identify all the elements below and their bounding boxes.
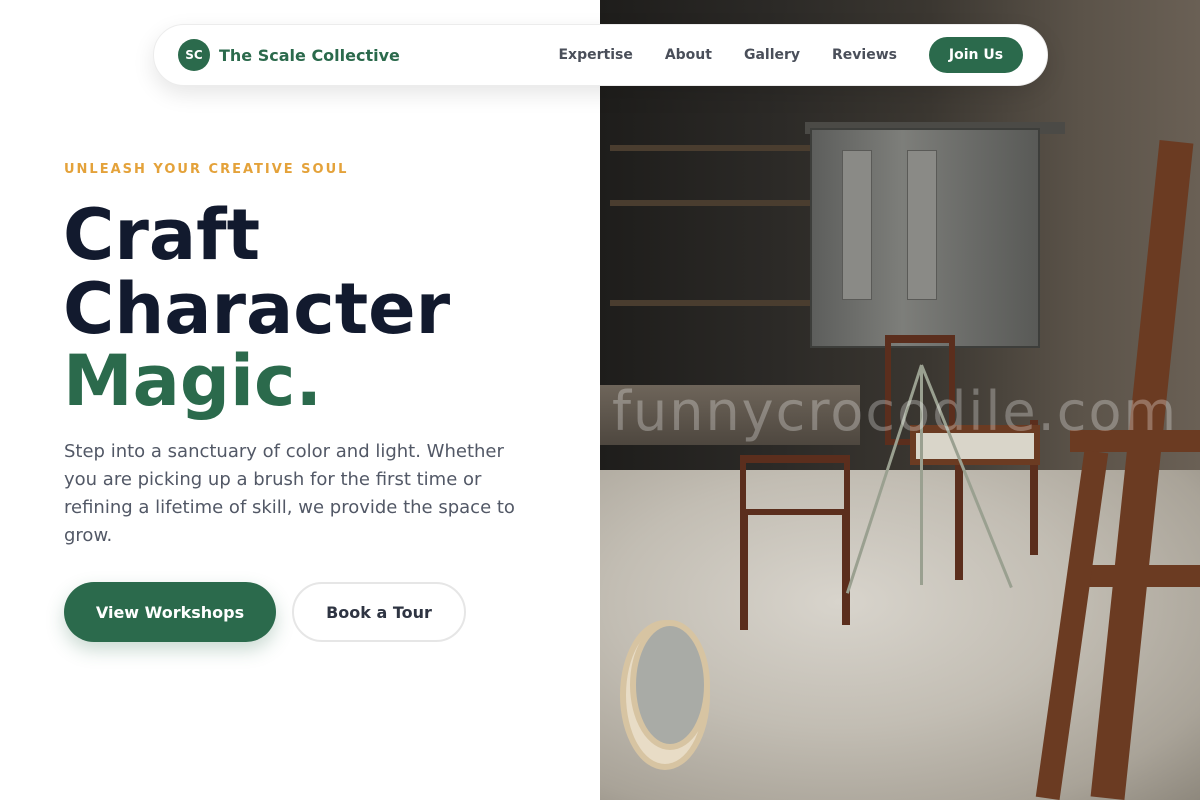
nav-link-gallery[interactable]: Gallery (744, 47, 800, 63)
brand-name: The Scale Collective (219, 45, 400, 65)
photo-kiln-door (907, 150, 937, 300)
hero-eyebrow: UNLEASH YOUR CREATIVE SOUL (64, 162, 349, 177)
nav-link-reviews[interactable]: Reviews (832, 47, 897, 63)
hero-headline-line2: Character (63, 268, 451, 350)
brand-logo[interactable]: SC The Scale Collective (178, 39, 400, 71)
photo-kiln (810, 128, 1040, 348)
hero-headline-line1: Craft (63, 194, 261, 276)
view-workshops-button[interactable]: View Workshops (64, 582, 276, 642)
photo-chair (740, 455, 850, 515)
brand-mark: SC (178, 39, 210, 71)
photo-shelf (610, 145, 810, 151)
top-navigation: SC The Scale Collective Expertise About … (153, 24, 1048, 86)
book-a-tour-button[interactable]: Book a Tour (292, 582, 466, 642)
nav-links: Expertise About Gallery Reviews Join Us (558, 37, 1023, 73)
join-us-button[interactable]: Join Us (929, 37, 1023, 73)
photo-plate (630, 620, 710, 750)
photo-kiln-door (842, 150, 872, 300)
hero-description: Step into a sanctuary of color and light… (64, 441, 515, 546)
nav-link-about[interactable]: About (665, 47, 712, 63)
photo-chair-leg (740, 510, 748, 630)
nav-link-expertise[interactable]: Expertise (558, 47, 632, 63)
photo-shelf (610, 200, 810, 206)
photo-chair-leg (842, 510, 850, 625)
photo-shelf (610, 300, 810, 306)
hero-headline-line3: Magic. (63, 340, 323, 422)
photo-watermark: funnycrocodile.com (612, 380, 1179, 443)
